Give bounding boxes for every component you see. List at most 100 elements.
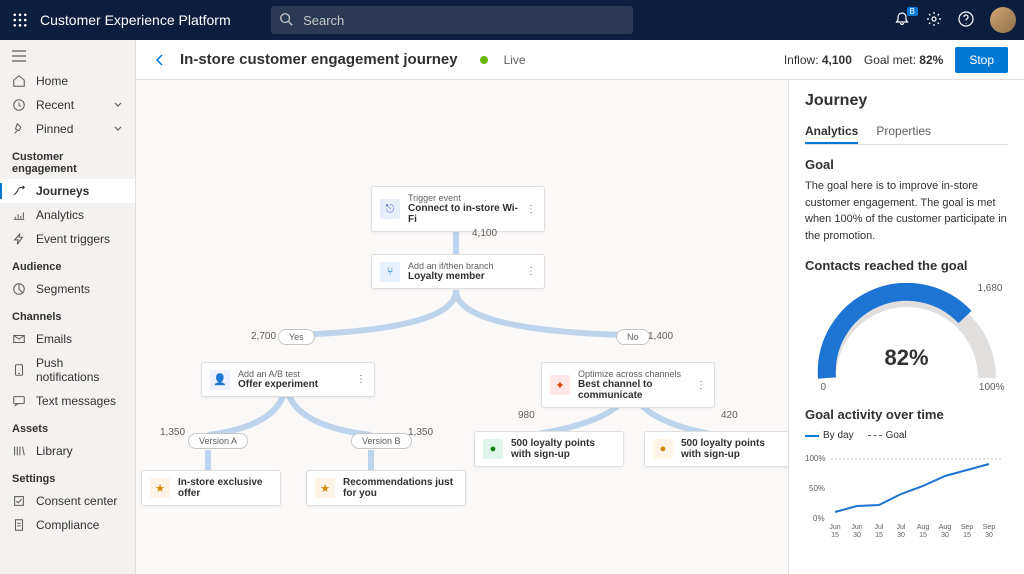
more-icon[interactable]: ⋮ [696,380,706,391]
svg-text:30: 30 [985,532,993,539]
activity-heading: Goal activity over time [805,407,1008,422]
help-icon[interactable] [958,11,976,29]
svg-text:Jul: Jul [897,524,906,531]
node-ab-test[interactable]: 👤 Add an A/B testOffer experiment ⋮ [201,362,375,397]
goal-stat: Goal met: 82% [864,53,943,67]
sidebar-item-compliance[interactable]: Compliance [0,513,135,537]
sidebar-item-event-triggers[interactable]: Event triggers [0,227,135,251]
sms-icon [12,394,26,408]
app-launcher-icon[interactable] [8,8,32,32]
contacts-heading: Contacts reached the goal [805,258,1008,273]
node-offer-1[interactable]: ★ In-store exclusive offer [141,470,281,506]
settings-icon[interactable] [926,11,944,29]
notification-badge: B [907,7,918,16]
sidebar-item-text[interactable]: Text messages [0,389,135,413]
sidebar-item-push[interactable]: Push notifications [0,351,135,389]
svg-text:Aug: Aug [939,524,952,531]
svg-text:Jul: Jul [875,524,884,531]
sidebar-item-recent[interactable]: Recent [0,93,135,117]
node-optimize[interactable]: ✦ Optimize across channelsBest channel t… [541,362,715,408]
nav-section-channels: Channels [0,301,135,327]
opt-right-count: 420 [721,410,738,421]
chevron-down-icon [113,100,123,110]
vb-count: 1,350 [408,427,433,438]
nav-section-assets: Assets [0,413,135,439]
version-a-pill: Version A [188,433,248,449]
more-icon[interactable]: ⋮ [356,374,366,385]
offer-icon: ★ [150,478,170,498]
sidebar-item-home[interactable]: Home [0,69,135,93]
tab-properties[interactable]: Properties [876,120,931,144]
segments-icon [12,282,26,296]
email-icon [12,332,26,346]
journey-canvas[interactable]: ⎋ Trigger eventConnect to in-store Wi-Fi… [136,80,788,574]
analytics-icon [12,208,26,222]
sidebar-item-analytics[interactable]: Analytics [0,203,135,227]
more-icon[interactable]: ⋮ [526,204,536,215]
sidebar-item-journeys[interactable]: Journeys [0,179,135,203]
svg-text:30: 30 [853,532,861,539]
yes-count: 2,700 [251,331,276,342]
home-icon [12,74,26,88]
compliance-icon [12,518,26,532]
svg-text:15: 15 [831,532,839,539]
page-title: In-store customer engagement journey [180,51,458,68]
goal-description: The goal here is to improve in-store cus… [805,178,1008,244]
svg-text:15: 15 [963,532,971,539]
nav-section-engagement: Customer engagement [0,141,135,179]
svg-text:Sep: Sep [983,524,996,531]
sidebar-item-label: Analytics [36,208,84,222]
sidebar-item-pinned[interactable]: Pinned [0,117,135,141]
sidebar-item-consent[interactable]: Consent center [0,489,135,513]
menu-toggle-icon[interactable] [0,46,135,69]
svg-text:30: 30 [941,532,949,539]
sidebar-item-label: Home [36,74,68,88]
trigger-icon [12,232,26,246]
ab-test-icon: 👤 [210,370,230,390]
sidebar-item-label: Consent center [36,494,117,508]
yes-pill: Yes [278,329,315,345]
nav-section-audience: Audience [0,251,135,277]
clock-icon [12,98,26,112]
svg-text:100%: 100% [805,454,825,463]
node-points-1[interactable]: ● 500 loyalty points with sign-up [474,431,624,467]
svg-text:Jun: Jun [851,524,862,531]
search-input[interactable] [271,6,633,34]
node-points-2[interactable]: ● 500 loyalty points with sign-up [644,431,788,467]
library-icon [12,444,26,458]
tab-analytics[interactable]: Analytics [805,120,858,144]
svg-text:15: 15 [875,532,883,539]
back-icon[interactable] [152,52,168,68]
avatar[interactable] [990,7,1016,33]
no-count: 1,400 [648,331,673,342]
sidebar-item-segments[interactable]: Segments [0,277,135,301]
points-icon: ● [653,439,673,459]
gauge-percent: 82% [807,345,1007,371]
sidebar: Home Recent Pinned Customer engagement J… [0,40,136,574]
chart-legend: By day Goal [805,430,1008,441]
search-icon [279,12,293,26]
sidebar-item-emails[interactable]: Emails [0,327,135,351]
sidebar-item-label: Journeys [36,184,89,198]
status-dot [480,56,488,64]
consent-icon [12,494,26,508]
svg-text:30: 30 [897,532,905,539]
svg-text:0%: 0% [813,514,825,523]
notifications-icon[interactable]: B [894,11,912,29]
push-icon [12,363,26,377]
va-count: 1,350 [160,427,185,438]
inflow-stat: Inflow: 4,100 [784,53,852,67]
node-offer-2[interactable]: ★ Recommendations just for you [306,470,466,506]
points-icon: ● [483,439,503,459]
node-branch[interactable]: ⑂ Add an if/then branchLoyalty member ⋮ [371,254,545,289]
more-icon[interactable]: ⋮ [526,266,536,277]
stop-button[interactable]: Stop [955,47,1008,73]
sidebar-item-label: Text messages [36,394,116,408]
chevron-down-icon [113,124,123,134]
svg-text:15: 15 [919,532,927,539]
node-trigger[interactable]: ⎋ Trigger eventConnect to in-store Wi-Fi… [371,186,545,232]
goal-heading: Goal [805,157,1008,172]
pin-icon [12,122,26,136]
sidebar-item-label: Event triggers [36,232,110,246]
sidebar-item-library[interactable]: Library [0,439,135,463]
